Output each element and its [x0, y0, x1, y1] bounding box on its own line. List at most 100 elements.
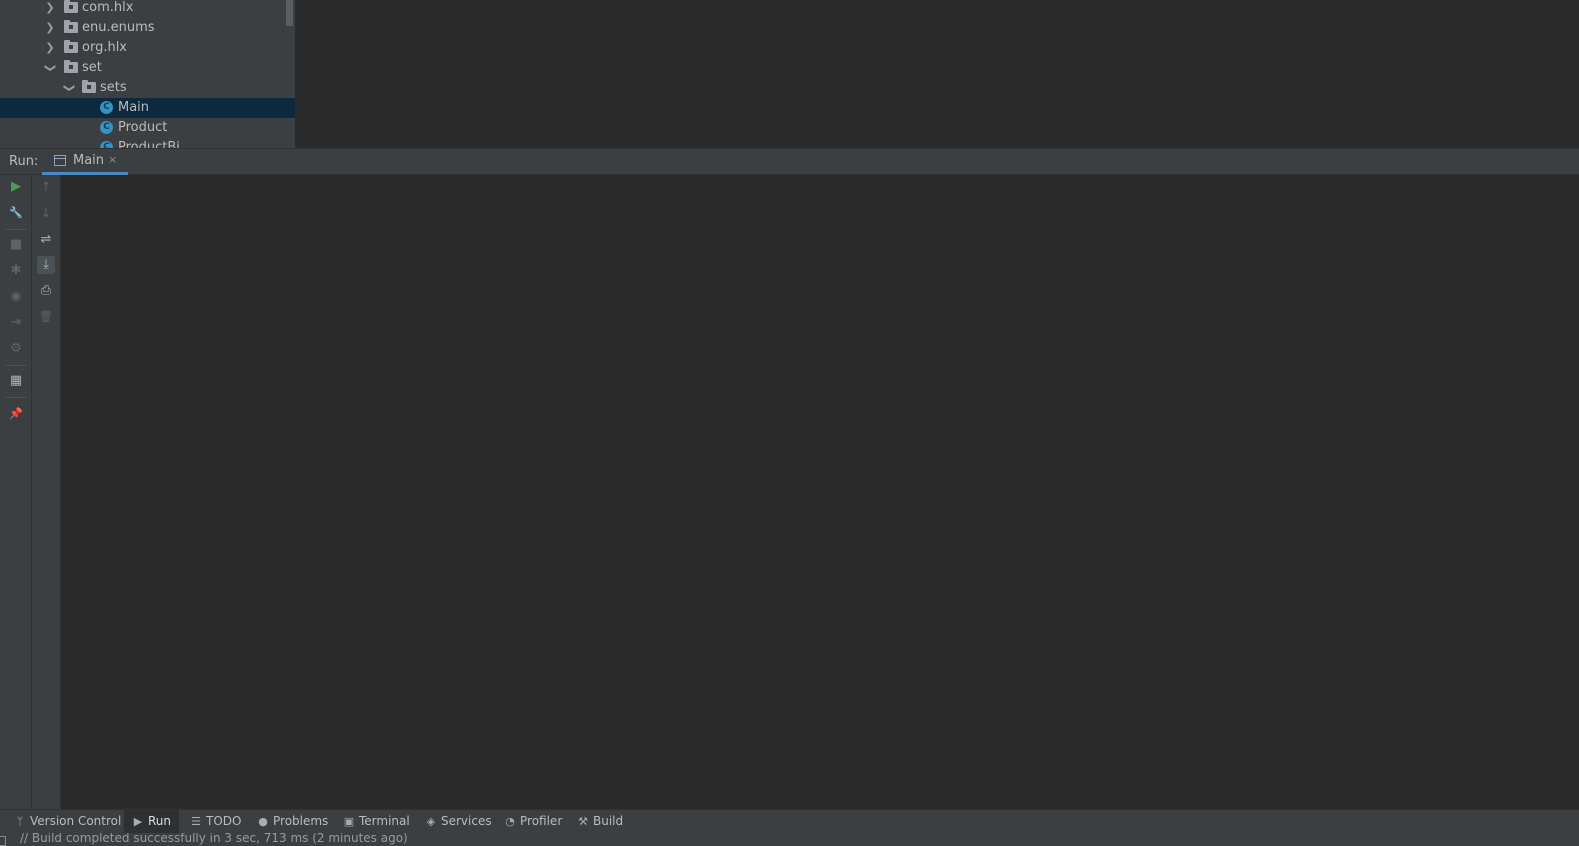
- toolbar-divider: [6, 397, 26, 398]
- services-icon: ◈: [426, 815, 436, 828]
- edit-config-button[interactable]: 🔧: [7, 204, 25, 222]
- run-toolbar: ▶ 🔧 ■ ✱ ◉ ⇥ ⚙ ▦ 📌: [0, 175, 32, 809]
- tool-window-label: Version Control: [30, 814, 122, 828]
- chevron-down-icon[interactable]: ❯: [59, 82, 79, 94]
- stop-icon: ■: [9, 237, 23, 252]
- restart-debug-button[interactable]: ✱: [7, 262, 25, 280]
- tab-main[interactable]: Main ×: [42, 149, 128, 175]
- close-icon[interactable]: ×: [108, 153, 117, 166]
- tree-item-enu-enums[interactable]: ❯ enu.enums: [0, 18, 295, 38]
- tree-item-productbi[interactable]: C ProductBi: [0, 138, 295, 148]
- tree-item-label: sets: [100, 80, 127, 95]
- run-label: Run:: [9, 154, 39, 169]
- arrow-down-icon: ↓: [40, 206, 52, 221]
- profiler-icon: ◔: [505, 815, 515, 828]
- tool-window-build[interactable]: ⚒ Build: [576, 810, 623, 833]
- tool-window-services[interactable]: ◈ Services: [424, 810, 492, 833]
- previous-occurrence-button[interactable]: ↑: [37, 179, 55, 197]
- chevron-right-icon[interactable]: ❯: [44, 0, 56, 18]
- pin-icon: 📌: [9, 407, 23, 420]
- tool-window-todo[interactable]: ☰ TODO: [189, 810, 241, 833]
- dump-threads-button[interactable]: ◉: [7, 288, 25, 306]
- run-icon: ▶: [11, 179, 21, 194]
- exit-button[interactable]: ⇥: [7, 314, 25, 332]
- tree-item-label: org.hlx: [82, 40, 127, 55]
- run-tool-window-header: Run: Main ×: [0, 148, 1579, 175]
- tool-window-terminal[interactable]: ▣ Terminal: [342, 810, 410, 833]
- git-branch-icon: ᛘ: [16, 815, 24, 828]
- arrow-up-icon: ↑: [40, 180, 52, 195]
- next-occurrence-button[interactable]: ↓: [37, 205, 55, 223]
- tool-window-label: Build: [593, 814, 624, 828]
- package-folder-icon: [82, 80, 96, 93]
- stop-button[interactable]: ■: [7, 236, 25, 254]
- console-toolbar: ↑ ↓ ⇌ ⤓ ⎙ 🗑: [32, 175, 61, 809]
- tool-window-run[interactable]: ▶ Run: [124, 810, 180, 833]
- tool-window-version-control[interactable]: ᛘ Version Control: [13, 810, 122, 833]
- soft-wrap-icon: ⇌: [40, 232, 52, 247]
- class-icon: C: [100, 141, 113, 148]
- login-icon: ⇥: [10, 315, 22, 330]
- layout-button[interactable]: ▦: [7, 372, 25, 390]
- tool-window-label: Terminal: [359, 814, 410, 828]
- tree-item-org-hlx[interactable]: ❯ org.hlx: [0, 38, 295, 58]
- pin-tab-button[interactable]: 📌: [7, 405, 25, 423]
- console-icon: [54, 155, 66, 166]
- layout-icon: ▦: [9, 373, 23, 388]
- tree-item-main[interactable]: C Main: [0, 98, 295, 118]
- hammer-icon: ⚒: [578, 815, 588, 828]
- tool-window-profiler[interactable]: ◔ Profiler: [503, 810, 562, 833]
- clear-all-button[interactable]: 🗑: [37, 308, 55, 326]
- info-icon: ●: [258, 815, 268, 828]
- chevron-right-icon[interactable]: ❯: [44, 18, 56, 38]
- console-output[interactable]: [61, 175, 1579, 809]
- class-icon: C: [100, 101, 113, 114]
- tree-item-sets[interactable]: ❯ sets: [0, 78, 295, 98]
- tree-item-set[interactable]: ❯ set: [0, 58, 295, 78]
- tab-label: Main: [73, 153, 105, 168]
- tool-window-label: TODO: [206, 814, 242, 828]
- tree-item-com-hlx[interactable]: ❯ com.hlx: [0, 0, 295, 18]
- tool-window-label: Profiler: [520, 814, 563, 828]
- chevron-right-icon[interactable]: ❯: [44, 38, 56, 58]
- camera-icon: ◉: [10, 289, 22, 304]
- rerun-button[interactable]: ▶: [7, 178, 25, 196]
- tool-window-problems[interactable]: ● Problems: [256, 810, 328, 833]
- toolbar-divider: [6, 229, 26, 230]
- tool-window-label: Services: [441, 814, 492, 828]
- tree-item-label: ProductBi: [118, 140, 180, 148]
- tree-item-product[interactable]: C Product: [0, 118, 295, 138]
- class-icon: C: [100, 121, 113, 134]
- wrench-icon: 🔧: [9, 206, 23, 219]
- terminal-icon: ▣: [343, 815, 355, 828]
- scroll-to-end-button[interactable]: ⤓: [37, 256, 55, 274]
- package-folder-icon: [64, 40, 78, 53]
- tree-item-label: com.hlx: [82, 0, 134, 15]
- tool-window-label: Problems: [273, 814, 329, 828]
- status-toggle-icon[interactable]: [0, 836, 6, 846]
- package-folder-icon: [64, 20, 78, 33]
- tree-item-label: Product: [118, 120, 168, 135]
- run-icon: ▶: [133, 815, 143, 828]
- trash-icon: 🗑: [39, 310, 53, 323]
- package-folder-icon: [64, 60, 78, 73]
- soft-wrap-button[interactable]: ⇌: [37, 231, 55, 249]
- status-bar: // Build completed successfully in 3 sec…: [0, 833, 1579, 846]
- tree-item-label: Main: [118, 100, 150, 115]
- print-icon: ⎙: [40, 283, 52, 298]
- print-button[interactable]: ⎙: [37, 282, 55, 300]
- debug-restart-icon: ✱: [10, 263, 22, 278]
- project-tree: ❯ com.hlx ❯ enu.enums ❯ org.hlx ❯ set ❯ …: [0, 0, 295, 148]
- list-icon: ☰: [191, 815, 201, 828]
- tree-item-label: enu.enums: [82, 20, 155, 35]
- tool-window-bar: ᛘ Version Control ▶ Run ☰ TODO ● Problems ▣ T…: [0, 809, 1579, 833]
- status-message[interactable]: // Build completed successfully in 3 sec…: [20, 833, 408, 845]
- tool-window-label: Run: [148, 814, 172, 828]
- search-settings-icon: ⚙: [10, 341, 22, 356]
- package-folder-icon: [64, 0, 78, 13]
- scroll-to-end-icon: ⤓: [43, 257, 49, 272]
- tree-item-label: set: [82, 60, 102, 75]
- chevron-down-icon[interactable]: ❯: [40, 62, 60, 74]
- settings-search-button[interactable]: ⚙: [7, 340, 25, 358]
- toolbar-divider: [6, 365, 26, 366]
